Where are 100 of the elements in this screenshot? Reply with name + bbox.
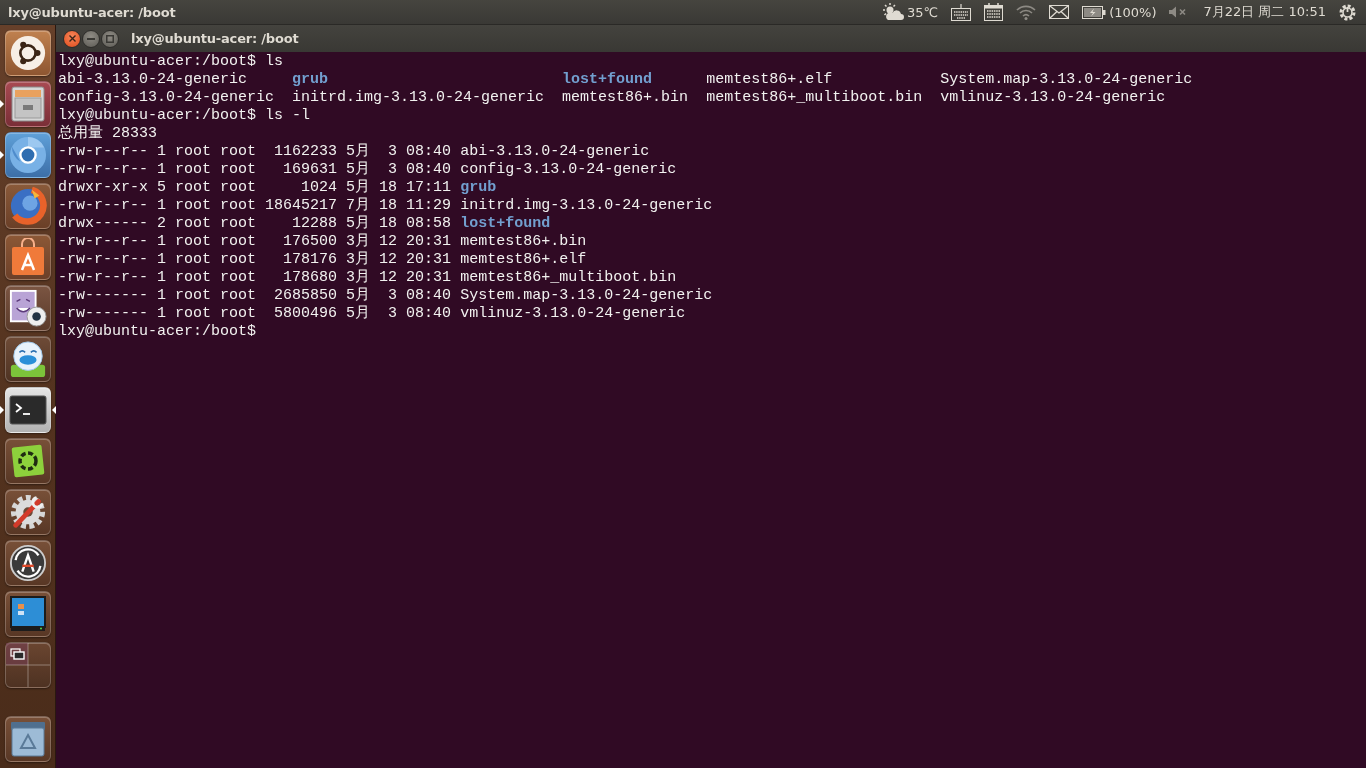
day-text: 18 — [379, 197, 398, 215]
owner-text: root — [175, 287, 212, 305]
launcher-item[interactable] — [4, 489, 51, 535]
day-text: 18 — [379, 215, 398, 233]
month-text: 3月 — [346, 269, 371, 287]
file-size: 178680 — [283, 269, 338, 287]
wifi-icon[interactable] — [1016, 4, 1037, 20]
directory-name: grub — [292, 71, 330, 89]
owner-text: root — [175, 251, 212, 269]
link-count: 1 — [157, 197, 167, 215]
launcher-item[interactable] — [4, 540, 51, 586]
day-text: 3 — [388, 161, 398, 179]
owner-text: root — [175, 179, 212, 197]
logo-icon — [9, 35, 46, 71]
file-name: memtest86+.elf — [706, 71, 834, 89]
file-name: vmlinuz-3.13.0-24-generic — [940, 89, 1167, 107]
launcher-item[interactable] — [4, 591, 51, 637]
month-text: 5月 — [346, 161, 371, 179]
launcher-item[interactable] — [4, 438, 51, 484]
close-icon — [68, 35, 76, 42]
mail-icon[interactable] — [1049, 5, 1070, 19]
month-text: 7月 — [346, 197, 371, 215]
launcher-item[interactable] — [4, 30, 51, 76]
month-text: 5月 — [346, 287, 371, 305]
file-size: 5800496 — [274, 305, 338, 323]
permissions-text: -rw-r--r-- — [58, 197, 148, 215]
shell-prompt: lxy@ubuntu-acer:/boot$ — [58, 53, 257, 71]
time-text: 08:58 — [406, 215, 452, 233]
weather-indicator[interactable]: 35℃ — [882, 3, 939, 21]
launcher-item[interactable] — [4, 132, 51, 178]
launcher-item[interactable] — [4, 642, 51, 688]
file-size: 178176 — [283, 251, 338, 269]
directory-name: lost+found — [460, 215, 552, 233]
window-title: lxy@ubuntu-acer: /boot — [131, 31, 299, 46]
month-text: 5月 — [346, 179, 371, 197]
time-text: 08:40 — [406, 287, 452, 305]
group-text: root — [220, 215, 257, 233]
monitor-icon — [9, 596, 46, 632]
link-count: 1 — [157, 305, 167, 323]
command-text: ls — [265, 53, 284, 71]
month-text: 5月 — [346, 143, 371, 161]
file-size: 169631 — [283, 161, 338, 179]
keyboard-icon[interactable] — [951, 3, 972, 21]
time-text: 20:31 — [406, 233, 452, 251]
calendar-icon[interactable] — [984, 3, 1004, 21]
webcam-icon — [8, 289, 47, 327]
link-count: 1 — [157, 287, 167, 305]
launcher-item[interactable] — [4, 716, 51, 762]
owner-text: root — [175, 269, 212, 287]
permissions-text: -rw-r--r-- — [58, 233, 148, 251]
day-text: 18 — [379, 179, 398, 197]
file-name: config-3.13.0-24-generic — [58, 89, 275, 107]
trash-icon — [8, 721, 47, 757]
power-gear-icon[interactable] — [1339, 3, 1356, 21]
shopping-bag-icon — [10, 238, 45, 276]
permissions-text: -rw-r--r-- — [58, 251, 148, 269]
day-text: 12 — [379, 233, 398, 251]
group-text: root — [220, 179, 257, 197]
close-button[interactable] — [63, 29, 81, 48]
fox-globe-icon — [8, 187, 47, 225]
launcher-item[interactable] — [4, 387, 51, 433]
month-text: 3月 — [346, 233, 371, 251]
workspace-switcher-icon — [5, 643, 50, 687]
time-text: 08:40 — [406, 305, 452, 323]
day-text: 3 — [388, 287, 398, 305]
settings-icon — [8, 493, 47, 531]
permissions-text: -rw------- — [58, 287, 148, 305]
month-text: 5月 — [346, 215, 371, 233]
file-size: 176500 — [283, 233, 338, 251]
minimize-button[interactable] — [82, 29, 100, 48]
owner-text: root — [175, 197, 212, 215]
file-name: initrd.img-3.13.0-24-generic — [460, 197, 713, 215]
launcher-item[interactable] — [4, 336, 51, 382]
link-count: 2 — [157, 215, 167, 233]
file-size: 12288 — [292, 215, 338, 233]
owner-text: root — [175, 305, 212, 323]
file-name: System.map-3.13.0-24-generic — [940, 71, 1193, 89]
maximize-button[interactable] — [101, 29, 119, 48]
file-name: abi-3.13.0-24-generic — [58, 71, 249, 89]
time-text: 20:31 — [406, 251, 452, 269]
file-name: config-3.13.0-24-generic — [460, 161, 678, 179]
launcher-item[interactable] — [4, 234, 51, 280]
command-text: ls -l — [265, 107, 311, 125]
clock-indicator[interactable]: 7月22日 周二 10:51 — [1203, 3, 1326, 21]
shell-prompt: lxy@ubuntu-acer:/boot$ — [58, 323, 257, 341]
file-size: 1162233 — [274, 143, 338, 161]
launcher-item[interactable] — [4, 285, 51, 331]
battery-indicator[interactable]: (100%) — [1082, 4, 1157, 20]
file-name: memtest86+.elf — [460, 251, 588, 269]
time-text: 08:40 — [406, 161, 452, 179]
update-icon — [8, 544, 47, 582]
time-text: 08:40 — [406, 143, 452, 161]
day-text: 3 — [388, 305, 398, 323]
launcher-item[interactable] — [4, 81, 51, 127]
group-text: root — [220, 251, 257, 269]
link-count: 5 — [157, 179, 167, 197]
link-count: 1 — [157, 143, 167, 161]
owner-text: root — [175, 233, 212, 251]
group-text: root — [220, 143, 257, 161]
permissions-text: -rw-r--r-- — [58, 161, 148, 179]
